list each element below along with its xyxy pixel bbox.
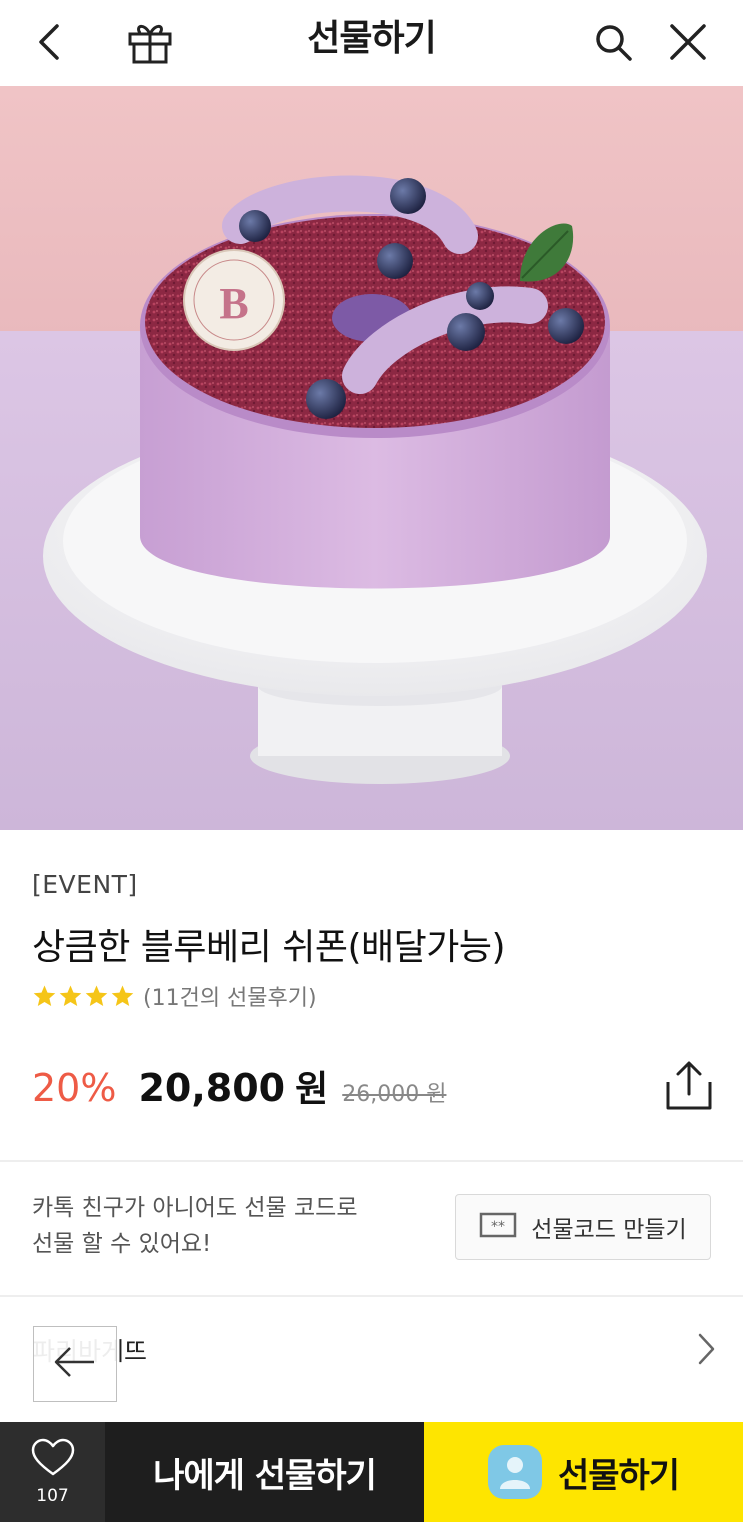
original-price: 26,000 원 (342, 1082, 447, 1107)
star-icon (33, 985, 56, 1006)
price-row: 20% 20,800 원 26,000 원 (32, 1060, 446, 1112)
price-unit: 원 (295, 1069, 329, 1110)
wish-count: 107 (36, 1486, 69, 1506)
sale-price: 20,800 (138, 1066, 286, 1110)
discount-rate: 20% (32, 1066, 117, 1110)
review-count[interactable]: (11건의 선물후기) (143, 980, 317, 1012)
divider (0, 1295, 743, 1297)
svg-text:B: B (219, 279, 248, 328)
svg-text:**: ** (491, 1219, 505, 1235)
wish-button[interactable]: 107 (0, 1422, 105, 1522)
arrow-left-icon (52, 1344, 98, 1384)
floating-back-button[interactable] (33, 1326, 117, 1402)
search-icon[interactable] (585, 14, 641, 70)
gift-code-icon: ** (479, 1212, 517, 1242)
divider (0, 1160, 743, 1162)
star-icon (111, 985, 134, 1006)
heart-icon (31, 1438, 75, 1482)
bottom-action-bar: 107 나에게 선물하기 선물하기 (0, 1422, 743, 1522)
top-header: 선물하기 (0, 0, 743, 86)
star-icon (85, 985, 108, 1006)
rating-stars (32, 984, 135, 1008)
gift-code-button[interactable]: ** 선물코드 만들기 (455, 1194, 711, 1260)
share-icon[interactable] (664, 1060, 714, 1112)
gift-code-description: 카톡 친구가 아니어도 선물 코드로 선물 할 수 있어요! (32, 1190, 357, 1262)
event-tag: [EVENT] (32, 870, 138, 899)
close-icon[interactable] (660, 14, 716, 70)
self-gift-button[interactable]: 나에게 선물하기 (105, 1422, 424, 1522)
product-image[interactable]: B (0, 86, 743, 830)
avatar-icon (487, 1445, 542, 1499)
product-rating[interactable]: (11건의 선물후기) (32, 980, 317, 1012)
gift-button[interactable]: 선물하기 (424, 1422, 743, 1522)
gift-code-line-2: 선물 할 수 있어요! (32, 1231, 212, 1257)
star-icon (59, 985, 82, 1006)
chevron-right-icon (697, 1332, 715, 1370)
gift-code-line-1: 카톡 친구가 아니어도 선물 코드로 (32, 1195, 358, 1221)
gift-code-button-label: 선물코드 만들기 (531, 1217, 687, 1243)
gift-button-label: 선물하기 (557, 1455, 680, 1496)
product-title: 상큼한 블루베리 쉬폰(배달가능) (32, 927, 506, 968)
